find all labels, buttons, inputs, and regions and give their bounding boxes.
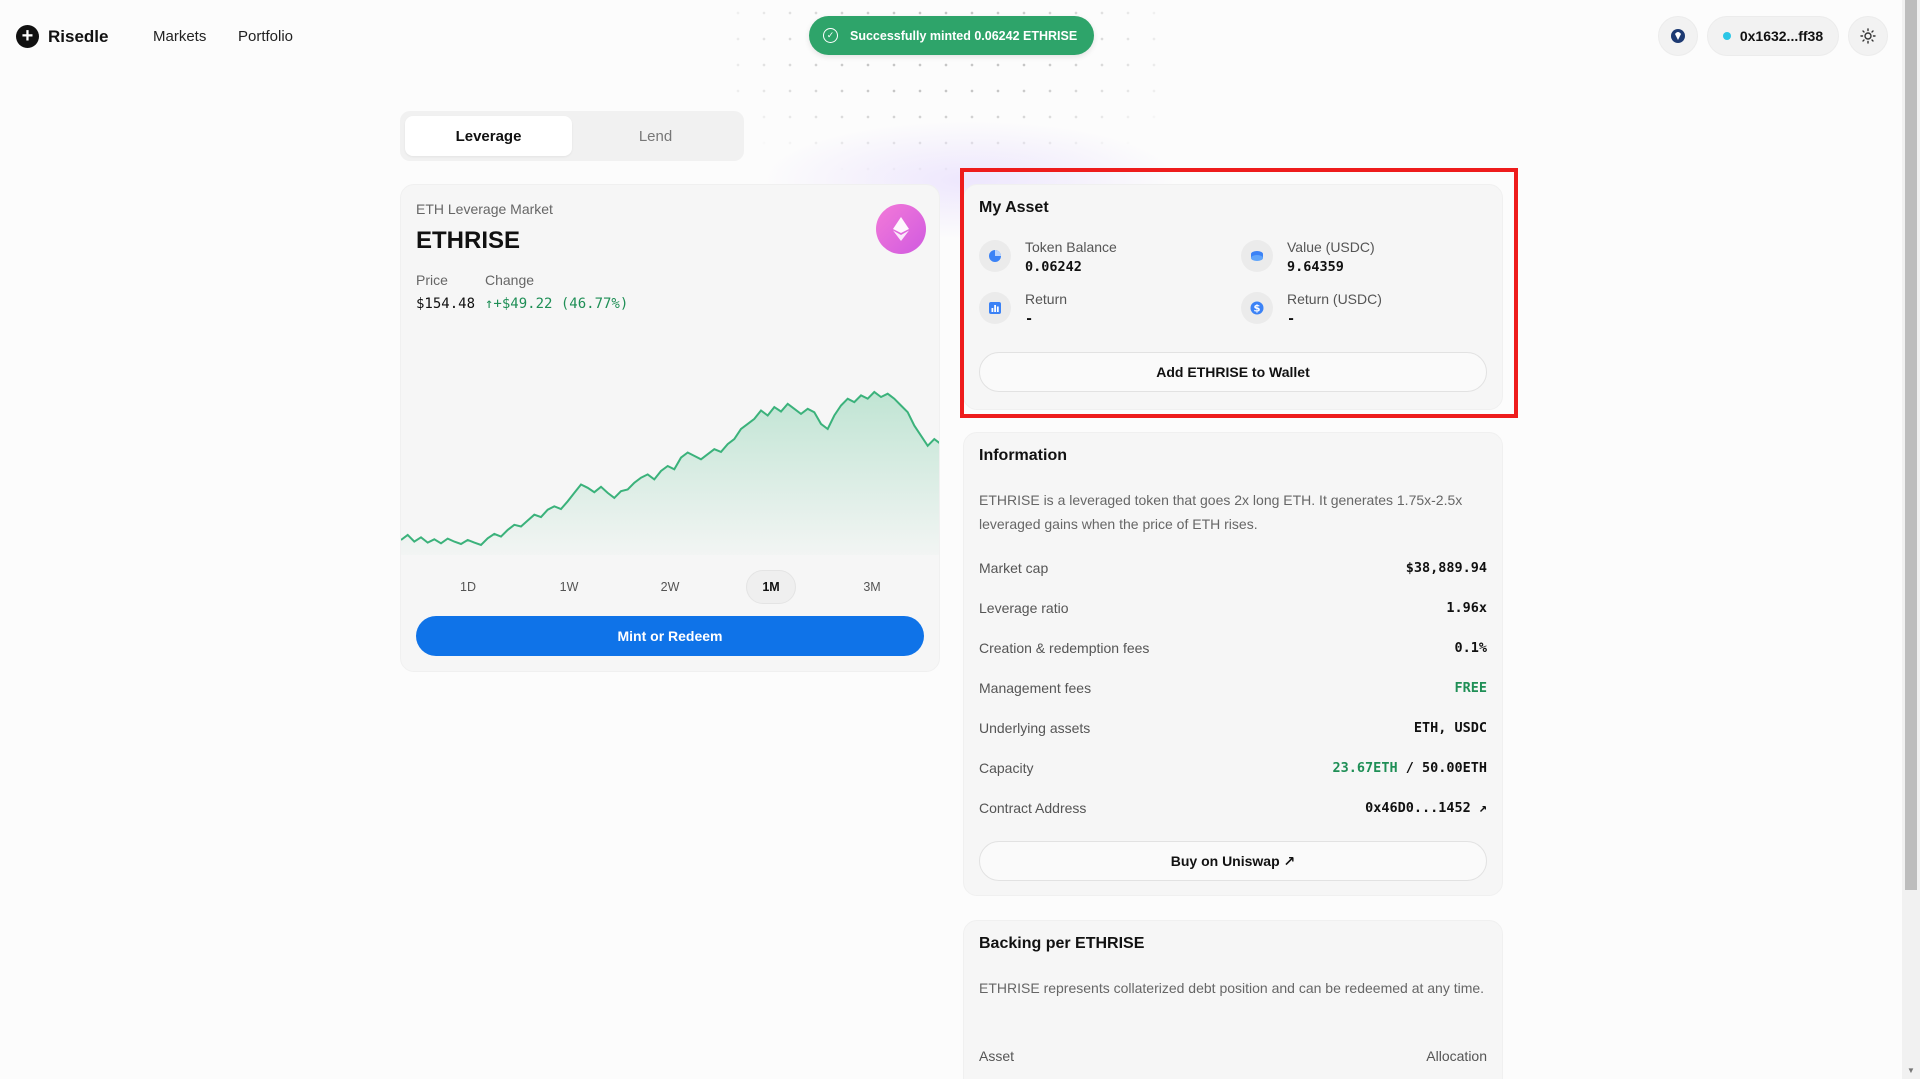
eth-logo [876, 204, 926, 254]
market-subtitle: ETH Leverage Market [416, 201, 553, 217]
nav-link-portfolio[interactable]: Portfolio [238, 28, 293, 45]
market-cap-value: $38,889.94 [1405, 560, 1487, 576]
backing-description: ETHRISE represents collaterized debt pos… [979, 980, 1485, 996]
information-description: ETHRISE is a leveraged token that goes 2… [979, 492, 1463, 532]
period-3m[interactable]: 3M [847, 570, 897, 604]
logo-plus-icon: + [16, 25, 39, 48]
period-2w[interactable]: 2W [645, 570, 695, 604]
market-card: ETH Leverage Market ETHRISE Price Change… [400, 184, 940, 672]
change-label: Change [485, 272, 535, 288]
chart-area-fill [401, 392, 939, 555]
market-cap-label: Market cap [979, 560, 1049, 576]
allocation-column-header: Allocation [1426, 1048, 1487, 1064]
contract-address-label: Contract Address [979, 800, 1087, 816]
price-chart[interactable] [401, 340, 940, 555]
scrollbar-thumb[interactable] [1905, 0, 1917, 890]
fees-label: Creation & redemption fees [979, 640, 1150, 656]
ethereum-icon [893, 217, 909, 241]
information-card: Information ETHRISE is a leveraged token… [963, 432, 1503, 896]
period-selector: 1D 1W 2W 1M 3M [401, 570, 939, 604]
capacity-label: Capacity [979, 760, 1034, 776]
leverage-ratio-label: Leverage ratio [979, 600, 1069, 616]
leverage-ratio-value: 1.96x [1446, 600, 1487, 616]
wallet-address: 0x1632...ff38 [1739, 28, 1824, 44]
market-title: ETHRISE [416, 227, 521, 254]
check-circle-icon: ✓ [823, 28, 838, 43]
capacity-value: 23.67ETH / 50.00ETH [1333, 760, 1487, 776]
scroll-down-icon[interactable]: ▼ [1905, 1066, 1917, 1078]
change-value: ↑+$49.22 (46.77%) [485, 296, 629, 312]
capacity-used: 23.67ETH [1332, 760, 1398, 776]
underlying-assets-label: Underlying assets [979, 720, 1091, 736]
network-icon [1671, 29, 1685, 43]
backing-title: Backing per ETHRISE [979, 935, 1145, 952]
mint-or-redeem-button[interactable]: Mint or Redeem [416, 616, 924, 656]
price-value: $154.48 [416, 296, 476, 312]
period-1d[interactable]: 1D [443, 570, 493, 604]
capacity-total: 50.00ETH [1421, 760, 1487, 776]
backing-card: Backing per ETHRISE ETHRISE represents c… [963, 920, 1503, 1079]
information-title: Information [979, 447, 1067, 464]
theme-toggle-button[interactable] [1848, 16, 1888, 56]
highlight-box [960, 168, 1518, 418]
brand-name: Risedle [48, 26, 109, 46]
period-1w[interactable]: 1W [544, 570, 594, 604]
price-label: Price [416, 272, 448, 288]
toast-message: Successfully minted 0.06242 ETHRISE [850, 28, 1078, 43]
management-fees-value: FREE [1454, 680, 1487, 696]
network-button[interactable] [1658, 16, 1698, 56]
tab-lend[interactable]: Lend [572, 116, 739, 156]
underlying-assets-value: ETH, USDC [1413, 720, 1487, 736]
top-nav: + Risedle Markets Portfolio ✓ Successful… [0, 0, 1900, 72]
wallet-button[interactable]: 0x1632...ff38 [1707, 16, 1839, 56]
period-1m[interactable]: 1M [746, 570, 796, 604]
sun-icon [1860, 28, 1876, 44]
success-toast: ✓ Successfully minted 0.06242 ETHRISE [809, 16, 1094, 55]
brand-logo[interactable]: + Risedle [16, 25, 108, 48]
fees-value: 0.1% [1454, 640, 1487, 656]
tab-leverage[interactable]: Leverage [405, 116, 572, 156]
asset-column-header: Asset [979, 1048, 1015, 1064]
wallet-status-dot [1722, 32, 1731, 40]
management-fees-label: Management fees [979, 680, 1092, 696]
capacity-separator: / [1397, 760, 1422, 776]
buy-on-uniswap-button[interactable]: Buy on Uniswap ↗ [979, 841, 1487, 881]
nav-link-markets[interactable]: Markets [153, 28, 206, 45]
contract-address-link[interactable]: 0x46D0...1452 ↗ [1365, 800, 1487, 816]
market-tabs: Leverage Lend [400, 111, 744, 161]
